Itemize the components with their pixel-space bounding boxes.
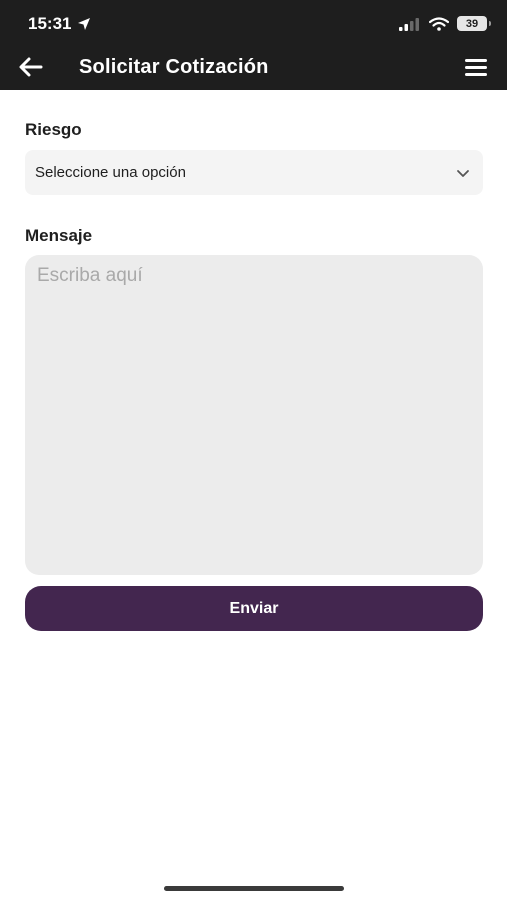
risk-label: Riesgo — [25, 120, 82, 139]
message-textarea[interactable]: Escriba aquí — [25, 255, 483, 575]
app-header: 15:31 39 Solicitar Cotización — [0, 0, 507, 90]
status-bar-indicators: 39 — [399, 16, 491, 31]
signal-icon — [399, 17, 419, 31]
location-arrow-icon — [78, 18, 91, 30]
chevron-down-icon — [457, 169, 469, 177]
send-button[interactable]: Enviar — [25, 586, 483, 631]
home-indicator[interactable] — [164, 886, 344, 891]
arrow-left-icon — [19, 57, 43, 77]
menu-button[interactable] — [463, 54, 491, 82]
time-text: 15:31 — [28, 14, 72, 33]
wifi-icon — [429, 16, 449, 31]
risk-select[interactable]: Seleccione una opción — [25, 150, 483, 195]
back-button[interactable] — [16, 52, 46, 82]
message-label: Mensaje — [25, 226, 93, 245]
send-button-label: Enviar — [229, 599, 279, 617]
page-title: Solicitar Cotización — [79, 56, 269, 78]
message-placeholder: Escriba aquí — [37, 265, 143, 286]
risk-select-value: Seleccione una opción — [35, 164, 186, 181]
battery-level: 39 — [465, 17, 479, 30]
status-bar-time: 15:31 — [28, 14, 91, 34]
battery-icon: 39 — [457, 16, 491, 31]
hamburger-menu-icon — [465, 59, 487, 76]
